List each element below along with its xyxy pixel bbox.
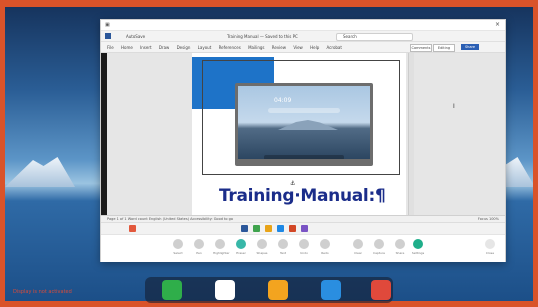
embedded-clock: 04:09 — [274, 97, 292, 104]
tool-highlighter[interactable]: Highlighter — [213, 239, 230, 257]
tool-redo[interactable]: Redo — [318, 239, 332, 257]
taskbar-word-icon[interactable] — [241, 225, 248, 232]
embedded-screen-image[interactable]: 04:09 — [235, 83, 373, 166]
outer-frame: Display is not activated ▣ × AutoSave Tr… — [0, 0, 538, 307]
bottom-dock — [145, 277, 393, 303]
mountain-left — [5, 157, 75, 187]
tab-acrobat[interactable]: Acrobat — [327, 45, 342, 50]
share-icon — [395, 239, 405, 249]
start-icon[interactable] — [129, 225, 136, 232]
status-left: Page 1 of 1 Word count English (United S… — [107, 217, 234, 221]
tool-settings[interactable]: Settings — [411, 239, 425, 257]
tool-undo[interactable]: Undo — [297, 239, 311, 257]
word-logo-icon — [105, 33, 111, 39]
autosave-toggle[interactable]: AutoSave — [126, 34, 145, 39]
embedded-dock — [264, 155, 344, 159]
clear-icon — [353, 239, 363, 249]
tab-review[interactable]: Review — [272, 45, 286, 50]
tab-home[interactable]: Home — [121, 45, 133, 50]
pen-icon — [194, 239, 204, 249]
window-titlebar[interactable]: ▣ × — [101, 20, 505, 31]
tool-clear[interactable]: Clear — [351, 239, 365, 257]
tool-shapes[interactable]: Shapes — [255, 239, 269, 257]
embedded-mountain — [278, 120, 338, 130]
red-app-icon[interactable] — [371, 280, 391, 300]
taskbar-app-icon[interactable] — [289, 225, 296, 232]
text-icon — [278, 239, 288, 249]
search-input[interactable]: Search — [336, 33, 413, 41]
tab-help[interactable]: Help — [310, 45, 319, 50]
search-placeholder: Search — [343, 34, 357, 39]
taskbar-app-icon[interactable] — [265, 225, 272, 232]
tool-eraser[interactable]: Eraser — [234, 239, 248, 257]
document-title: Training Manual — Saved to this PC — [227, 34, 298, 39]
comments-button[interactable]: Comments — [410, 44, 432, 52]
corner-note: Display is not activated — [13, 289, 72, 295]
tab-layout[interactable]: Layout — [198, 45, 212, 50]
document-heading: Training·Manual:¶ — [219, 186, 386, 206]
tab-mailings[interactable]: Mailings — [248, 45, 264, 50]
tab-references[interactable]: References — [219, 45, 241, 50]
highlighter-icon — [215, 239, 225, 249]
taskbar-app-icon[interactable] — [253, 225, 260, 232]
shapes-icon — [257, 239, 267, 249]
settings-icon — [413, 239, 423, 249]
document-area[interactable]: 04:09 ⚓ Training·Manual:¶ I — [101, 53, 505, 215]
document-page[interactable]: 04:09 ⚓ Training·Manual:¶ — [192, 53, 406, 215]
redo-icon — [320, 239, 330, 249]
tab-view[interactable]: View — [293, 45, 303, 50]
vertical-scrollbar[interactable] — [408, 53, 414, 215]
window-close-button[interactable]: × — [495, 21, 500, 28]
share-button[interactable]: Share — [461, 44, 479, 50]
taskbar-app-icon[interactable] — [277, 225, 284, 232]
tool-close[interactable]: Close — [483, 239, 497, 257]
word-titlebar: AutoSave Training Manual — Saved to this… — [101, 31, 505, 42]
yellow-app-icon[interactable] — [268, 280, 288, 300]
left-pane — [101, 53, 107, 215]
menu-tabs: File Home Insert Draw Design Layout Refe… — [107, 45, 348, 50]
tool-select[interactable]: Select — [171, 239, 185, 257]
editing-button[interactable]: Editing — [433, 44, 455, 52]
tool-pen[interactable]: Pen — [192, 239, 206, 257]
ribbon-menubar: File Home Insert Draw Design Layout Refe… — [101, 42, 505, 53]
tab-file[interactable]: File — [107, 45, 114, 50]
taskbar-app-icon[interactable] — [301, 225, 308, 232]
whiteboard-toolbar: Select Pen Highlighter Eraser Shapes Tex… — [101, 234, 505, 262]
close-icon — [485, 239, 495, 249]
word-window[interactable]: ▣ × AutoSave Training Manual — Saved to … — [100, 19, 506, 262]
embedded-screen-content: 04:09 — [238, 86, 370, 159]
blue-app-icon[interactable] — [321, 280, 341, 300]
eraser-icon — [236, 239, 246, 249]
chrome-icon[interactable] — [215, 280, 235, 300]
green-app-icon[interactable] — [162, 280, 182, 300]
window-app-icon: ▣ — [105, 22, 110, 28]
undo-icon — [299, 239, 309, 249]
select-icon — [173, 239, 183, 249]
capture-icon — [374, 239, 384, 249]
tab-insert[interactable]: Insert — [140, 45, 151, 50]
status-right: Focus 100% — [477, 217, 499, 221]
tool-text[interactable]: Text — [276, 239, 290, 257]
embedded-search-bar — [268, 108, 340, 113]
tab-draw[interactable]: Draw — [159, 45, 169, 50]
tool-share[interactable]: Share — [393, 239, 407, 257]
tab-design[interactable]: Design — [177, 45, 191, 50]
text-cursor-icon: I — [453, 103, 455, 110]
tool-capture[interactable]: Capture — [372, 239, 386, 257]
